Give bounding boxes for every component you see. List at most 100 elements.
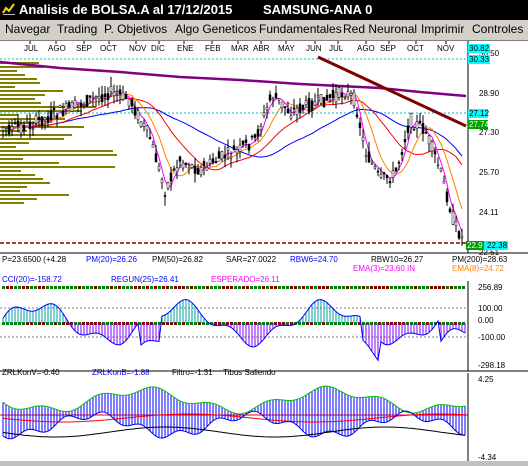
cci-dot <box>170 286 173 289</box>
zrlkonv-label: ZRLKonV=-0.40 <box>2 368 60 377</box>
candle-body <box>163 195 167 197</box>
candle-body <box>343 97 347 99</box>
candle-body <box>22 124 26 132</box>
zrl-tick-label: -4.34 <box>478 453 497 461</box>
cci-panel[interactable]: CCI(20)=-158.72 REGUN(25)=26.41 ESPERADO… <box>0 275 468 371</box>
candle-body <box>451 211 455 225</box>
ticker-title: SAMSUNG-ANA 0 <box>263 2 373 17</box>
zrlkonb-label: ZRLKonB=-1.88 <box>92 368 150 377</box>
candle-body <box>352 91 356 106</box>
cci-dot <box>74 286 77 289</box>
month-label: MAR <box>231 44 249 53</box>
candle-body <box>118 89 122 95</box>
candle-body <box>145 125 149 131</box>
chart-canvas[interactable]: JUL AGO SEP OCT NOV DIC ENE FEB MAR ABR … <box>0 41 528 462</box>
candle-body <box>322 96 326 108</box>
volume-profile-bar <box>0 94 45 96</box>
cci-tick-label: 256.89 <box>478 283 503 292</box>
cci-dot <box>110 286 113 289</box>
candle-body <box>247 144 251 151</box>
app-chart-icon <box>2 2 16 16</box>
candle-body <box>34 115 38 124</box>
candle-body <box>271 98 275 101</box>
cci-dot <box>10 286 13 289</box>
month-label: NOV <box>437 44 455 53</box>
candle-body <box>37 116 41 120</box>
candle-body <box>325 94 329 101</box>
candle-body <box>124 93 128 100</box>
candle-body <box>310 100 314 111</box>
volume-profile-bar <box>0 162 59 164</box>
cci-dot <box>334 286 337 289</box>
candle-body <box>109 86 113 92</box>
candle-body <box>433 151 437 155</box>
candle-body <box>364 155 368 157</box>
candle-body <box>1 127 5 131</box>
cci-dot <box>366 286 369 289</box>
zrl-panel[interactable]: ZRLKonV=-0.40 ZRLKonB=-1.88 Filtro=-1.31… <box>0 368 468 456</box>
cci-dot <box>442 286 445 289</box>
cci-dot <box>158 286 161 289</box>
menu-red-neuronal[interactable]: Red Neuronal <box>343 22 417 36</box>
window-title: Analisis de BOLSA.A al 17/12/2015 <box>19 2 233 17</box>
menu-fundamentales[interactable]: Fundamentales <box>259 22 342 36</box>
candle-body <box>304 100 308 105</box>
price-tick-label: 27.30 <box>479 128 500 137</box>
volume-profile-bar <box>0 194 69 196</box>
price-panel[interactable]: JUL AGO SEP OCT NOV DIC ENE FEB MAR ABR … <box>0 41 508 273</box>
volume-profile-bar <box>0 170 21 172</box>
candle-body <box>88 95 92 98</box>
candle-body <box>133 106 137 116</box>
candle-body <box>430 141 434 152</box>
candle-body <box>460 236 464 239</box>
cci-dot <box>362 286 365 289</box>
cci-dot <box>410 286 413 289</box>
month-label: SEP <box>380 44 396 53</box>
candle-body <box>181 162 185 169</box>
month-label: OCT <box>100 44 117 53</box>
cci-dot <box>258 286 261 289</box>
candle-body <box>115 93 119 96</box>
candle-body <box>283 106 287 109</box>
menu-imprimir[interactable]: Imprimir <box>421 22 464 36</box>
cci-dot <box>390 286 393 289</box>
cci-dot <box>206 286 209 289</box>
menu-trading[interactable]: Trading <box>57 22 97 36</box>
candle-body <box>331 89 335 98</box>
candle-body <box>436 164 440 167</box>
cci-dot <box>430 286 433 289</box>
candle-body <box>226 147 230 151</box>
menu-bar: Navegar Trading P. Objetivos Algo Geneti… <box>0 20 528 41</box>
cci-dot <box>290 286 293 289</box>
menu-p-objetivos[interactable]: P. Objetivos <box>104 22 167 36</box>
cci-dot <box>30 286 33 289</box>
candle-body <box>49 110 53 121</box>
cci-dot <box>202 286 205 289</box>
cci-dot <box>414 286 417 289</box>
month-label: ABR <box>253 44 270 53</box>
candle-body <box>379 173 383 178</box>
price-tick-label: 25.70 <box>479 168 500 177</box>
candle-body <box>361 136 365 142</box>
candle-body <box>307 98 311 113</box>
volume-profile-bar <box>0 202 24 204</box>
volume-profile-bar <box>0 142 29 144</box>
month-label: MAY <box>278 44 295 53</box>
candle-body <box>82 104 86 106</box>
cci-dot <box>394 286 397 289</box>
cci-dot <box>342 286 345 289</box>
cci-dot <box>226 286 229 289</box>
cci-dot <box>210 286 213 289</box>
menu-algo-geneticos[interactable]: Algo Geneticos <box>175 22 256 36</box>
cci-dot <box>350 286 353 289</box>
cci-dot <box>190 286 193 289</box>
chart-area[interactable]: JUL AGO SEP OCT NOV DIC ENE FEB MAR ABR … <box>0 41 528 462</box>
candle-body <box>58 105 62 108</box>
pm20-label: PM(20)=26.26 <box>86 255 137 264</box>
candle-body <box>274 92 278 99</box>
menu-navegar[interactable]: Navegar <box>5 22 50 36</box>
candle-body <box>367 151 371 163</box>
cci-dot <box>86 286 89 289</box>
menu-controles[interactable]: Controles <box>472 22 523 36</box>
cci-dot <box>238 286 241 289</box>
